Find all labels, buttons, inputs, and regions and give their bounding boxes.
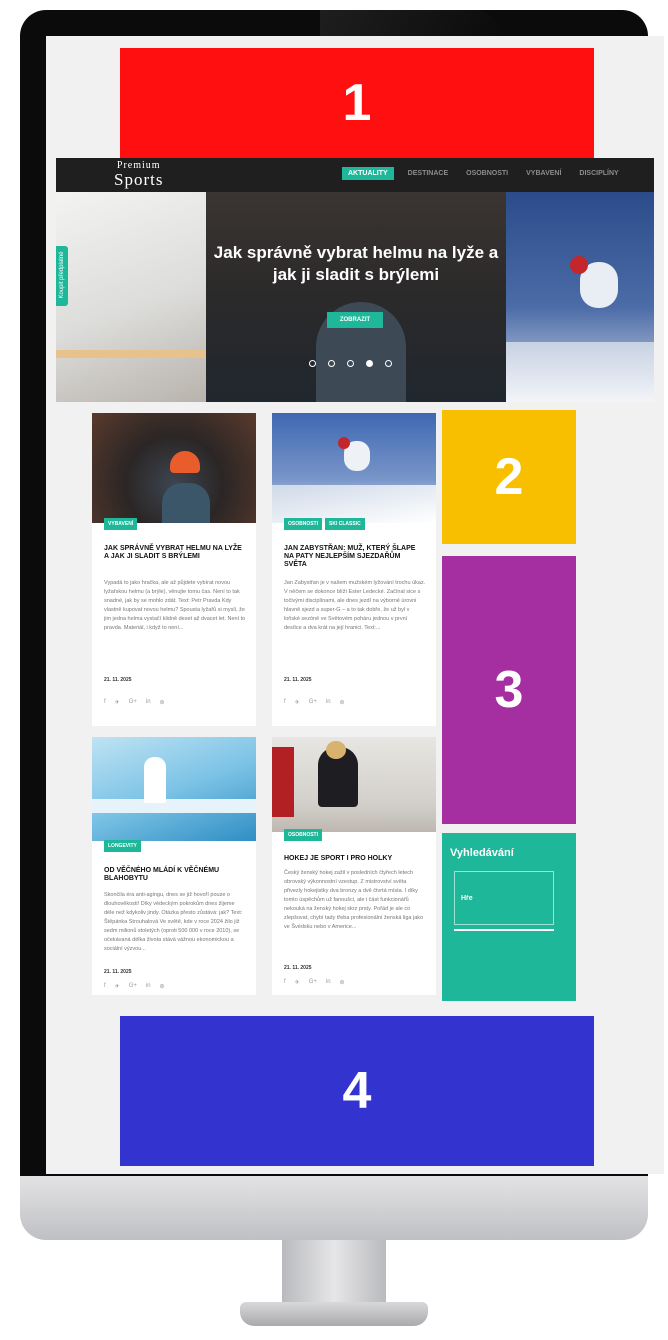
hero-slider[interactable]: Jak správně vybrat helmu na lyže a jak j…	[56, 192, 654, 402]
tag-badge[interactable]: OSOBNOSTI	[284, 518, 323, 530]
logo-sports: Sports	[114, 170, 164, 189]
article-image[interactable]	[272, 737, 436, 832]
placeholder-block-4: 4	[120, 1016, 594, 1166]
article-card[interactable]: LONGEVITY OD VĚČNÉHO MLÁDÍ K VĚČNÉMU BLA…	[92, 737, 256, 995]
facebook-icon[interactable]: f	[284, 979, 286, 986]
article-card[interactable]: VYBAVENÍ JAK SPRÁVNĚ VYBRAT HELMU NA LYŽ…	[92, 413, 256, 726]
article-excerpt: Jan Zabystřan je v našem mužském lyžován…	[284, 580, 426, 631]
nav-destinace[interactable]: DESTINACE	[404, 167, 452, 180]
google-plus-icon[interactable]: G+	[309, 699, 317, 706]
twitter-icon[interactable]: ✈	[295, 979, 300, 986]
nav-vybaveni[interactable]: VYBAVENÍ	[522, 167, 565, 180]
nav-osobnosti[interactable]: OSOBNOSTI	[462, 167, 512, 180]
hero-dot-1[interactable]	[309, 360, 316, 367]
hero-dot-3[interactable]	[347, 360, 354, 367]
subscribe-side-tab-label: Koupit předplatné	[59, 251, 65, 299]
share-icons: f ✈ G+ in ⊛	[284, 979, 345, 986]
pinterest-icon[interactable]: ⊛	[340, 699, 345, 706]
google-plus-icon[interactable]: G+	[129, 699, 137, 706]
search-widget: Vyhledávání	[442, 833, 576, 1001]
article-tags: LONGEVITY	[104, 840, 141, 852]
hero-slide-image	[206, 192, 506, 402]
article-card[interactable]: OSOBNOSTI HOKEJ JE SPORT I PRO HOLKY Čes…	[272, 737, 436, 995]
article-title[interactable]: OD VĚČNÉHO MLÁDÍ K VĚČNÉMU BLAHOBYTU	[104, 867, 244, 883]
google-plus-icon[interactable]: G+	[309, 979, 317, 986]
hero-slide-previous-image	[56, 192, 206, 402]
tag-badge[interactable]: OSOBNOSTI	[284, 829, 323, 841]
twitter-icon[interactable]: ✈	[295, 699, 300, 706]
pinterest-icon[interactable]: ⊛	[340, 979, 345, 986]
subscribe-side-tab[interactable]: Koupit předplatné	[56, 246, 68, 306]
facebook-icon[interactable]: f	[284, 699, 286, 706]
google-plus-icon[interactable]: G+	[129, 983, 137, 990]
website-screen: 1 Premium Sports AKTUALITY DESTINACE OSO…	[46, 36, 664, 1174]
article-card[interactable]: OSOBNOSTI SKI CLASSIC JAN ZABYSTŘAN: MUŽ…	[272, 413, 436, 726]
nav-aktuality[interactable]: AKTUALITY	[342, 167, 394, 180]
article-image[interactable]	[92, 737, 256, 841]
article-image[interactable]	[272, 413, 436, 523]
linkedin-icon[interactable]: in	[146, 983, 151, 990]
article-date: 21. 11. 2025	[284, 677, 312, 683]
article-excerpt: Český ženský hokej zažil v posledních čt…	[284, 870, 424, 930]
pinterest-icon[interactable]: ⊛	[160, 699, 165, 706]
article-tags: OSOBNOSTI SKI CLASSIC	[284, 518, 365, 530]
placeholder-block-3: 3	[442, 556, 576, 824]
article-image[interactable]	[92, 413, 256, 523]
hero-slide-next-image	[506, 192, 654, 402]
article-date: 21. 11. 2025	[284, 965, 312, 971]
hero-show-button[interactable]: ZOBRAZIT	[327, 312, 383, 328]
site-logo[interactable]: Premium Sports	[114, 161, 164, 189]
nav-discipliny[interactable]: DISCIPLÍNY	[575, 167, 622, 180]
pinterest-icon[interactable]: ⊛	[160, 983, 165, 990]
article-excerpt: Skončila éra anti-agingu, dnes se již ho…	[104, 892, 243, 952]
article-excerpt: Vypadá to jako hračka, ale až půjdete vy…	[104, 580, 246, 631]
hero-dot-4[interactable]	[366, 360, 373, 367]
linkedin-icon[interactable]: in	[326, 699, 331, 706]
tag-badge[interactable]: SKI CLASSIC	[325, 518, 365, 530]
tag-badge[interactable]: LONGEVITY	[104, 840, 141, 852]
hero-title[interactable]: Jak správně vybrat helmu na lyže a jak j…	[206, 242, 506, 286]
twitter-icon[interactable]: ✈	[115, 983, 120, 990]
linkedin-icon[interactable]: in	[146, 699, 151, 706]
article-title[interactable]: HOKEJ JE SPORT I PRO HOLKY	[284, 855, 424, 863]
site-header: Premium Sports AKTUALITY DESTINACE OSOBN…	[56, 158, 654, 192]
monitor-chin	[20, 1176, 648, 1240]
tag-badge[interactable]: VYBAVENÍ	[104, 518, 138, 530]
monitor-stand-base	[240, 1302, 428, 1326]
search-underline	[454, 929, 554, 931]
twitter-icon[interactable]: ✈	[115, 699, 120, 706]
article-title[interactable]: JAK SPRÁVNĚ VYBRAT HELMU NA LYŽE A JAK J…	[104, 545, 244, 561]
main-nav: AKTUALITY DESTINACE OSOBNOSTI VYBAVENÍ D…	[342, 167, 623, 180]
share-icons: f ✈ G+ in ⊛	[104, 983, 165, 990]
article-title[interactable]: JAN ZABYSTŘAN: MUŽ, KTERÝ ŠLAPE NA PATY …	[284, 545, 424, 569]
facebook-icon[interactable]: f	[104, 699, 106, 706]
hero-dot-2[interactable]	[328, 360, 335, 367]
hero-dot-5[interactable]	[385, 360, 392, 367]
facebook-icon[interactable]: f	[104, 983, 106, 990]
search-widget-title: Vyhledávání	[450, 847, 514, 859]
share-icons: f ✈ G+ in ⊛	[284, 699, 345, 706]
search-input[interactable]	[454, 871, 554, 925]
article-date: 21. 11. 2025	[104, 677, 132, 683]
share-icons: f ✈ G+ in ⊛	[104, 699, 165, 706]
placeholder-block-1: 1	[120, 48, 594, 158]
article-tags: OSOBNOSTI	[284, 829, 323, 841]
hero-pagination	[309, 360, 392, 367]
linkedin-icon[interactable]: in	[326, 979, 331, 986]
article-date: 21. 11. 2025	[104, 969, 132, 975]
monitor-stand	[282, 1240, 386, 1306]
article-tags: VYBAVENÍ	[104, 518, 138, 530]
placeholder-block-2: 2	[442, 410, 576, 544]
